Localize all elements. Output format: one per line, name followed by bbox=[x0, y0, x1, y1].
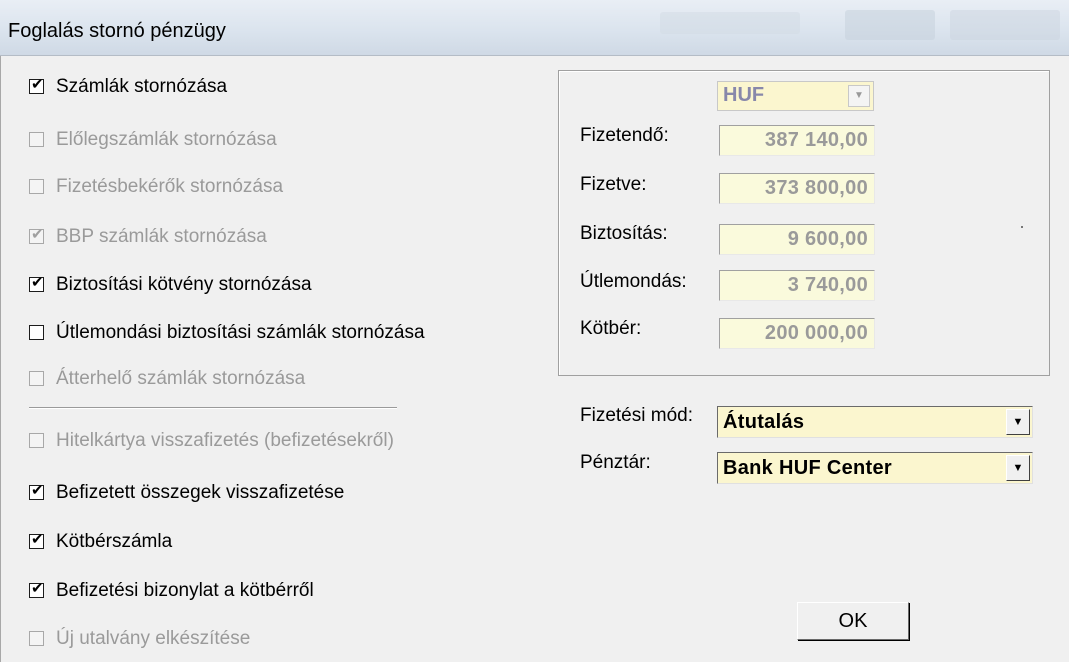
check-mark-icon: ✔ bbox=[31, 482, 44, 499]
checkbox-box[interactable]: ✔ bbox=[29, 226, 44, 244]
checkbox-label: Kötbérszámla bbox=[56, 531, 173, 552]
checkbox-label: Átterhelő számlák stornózása bbox=[56, 368, 306, 389]
ok-button[interactable]: OK bbox=[797, 602, 909, 640]
checkbox-box[interactable]: ✔ bbox=[29, 531, 44, 549]
amount-field-utlemondas: 3 740,00 bbox=[719, 270, 875, 301]
checkbox-label: Útlemondási biztosítási számlák stornózá… bbox=[56, 322, 425, 343]
dialog-body: ✔ Számlák stornózása Előlegszámlák storn… bbox=[0, 56, 1069, 662]
checkbox-box[interactable] bbox=[29, 371, 44, 386]
cashdesk-value: Bank HUF Center bbox=[723, 457, 892, 479]
checkbox-label: Befizetési bizonylat a kötbérről bbox=[56, 580, 314, 601]
chevron-down-icon[interactable]: ▼ bbox=[1006, 455, 1030, 481]
checkbox-box[interactable] bbox=[29, 132, 44, 147]
currency-select[interactable]: HUF ▼ bbox=[717, 81, 874, 111]
checkbox-box[interactable] bbox=[29, 325, 44, 340]
chevron-down-icon[interactable]: ▼ bbox=[848, 85, 870, 107]
amount-field-biztositas: 9 600,00 bbox=[719, 224, 875, 255]
checkbox-box[interactable] bbox=[29, 179, 44, 194]
amount-label-kotber: Kötbér: bbox=[580, 318, 642, 339]
checkbox-label: Befizetett összegek visszafizetése bbox=[56, 482, 345, 503]
checkbox-label: Hitelkártya visszafizetés (befizetésekrő… bbox=[56, 430, 394, 451]
checkbox-label: Számlák stornózása bbox=[56, 76, 228, 97]
amount-field-kotber: 200 000,00 bbox=[719, 318, 875, 349]
payment-mode-select[interactable]: Átutalás ▼ bbox=[717, 406, 1033, 438]
stray-dot bbox=[1021, 226, 1023, 228]
cashdesk-label: Pénztár: bbox=[580, 452, 651, 473]
separator-line bbox=[29, 407, 397, 409]
window-title: Foglalás stornó pénzügy bbox=[8, 20, 226, 42]
amount-field-fizetendo: 387 140,00 bbox=[719, 125, 875, 156]
checkbox-label: BBP számlák stornózása bbox=[56, 226, 267, 247]
check-mark-icon: ✔ bbox=[31, 580, 44, 597]
checkbox-box[interactable]: ✔ bbox=[29, 76, 44, 94]
check-mark-icon: ✔ bbox=[31, 226, 44, 243]
checkbox-box[interactable]: ✔ bbox=[29, 580, 44, 598]
background-blur bbox=[660, 12, 800, 34]
background-blur bbox=[950, 10, 1060, 40]
title-bar: Foglalás stornó pénzügy bbox=[0, 0, 1069, 56]
currency-value: HUF bbox=[723, 84, 765, 106]
checkbox-label: Előlegszámlák stornózása bbox=[56, 129, 277, 150]
checkbox-label: Fizetésbekérők stornózása bbox=[56, 176, 284, 197]
checkbox-label: Biztosítási kötvény stornózása bbox=[56, 274, 312, 295]
amount-label-biztositas: Biztosítás: bbox=[580, 223, 668, 244]
chevron-down-icon[interactable]: ▼ bbox=[1006, 409, 1030, 435]
amount-label-utlemondas: Útlemondás: bbox=[580, 271, 687, 292]
amount-label-fizetve: Fizetve: bbox=[580, 174, 647, 195]
amount-field-fizetve: 373 800,00 bbox=[719, 173, 875, 204]
checkbox-box[interactable]: ✔ bbox=[29, 274, 44, 292]
checkbox-label: Új utalvány elkészítése bbox=[56, 628, 251, 649]
check-mark-icon: ✔ bbox=[31, 531, 44, 548]
payment-mode-value: Átutalás bbox=[723, 411, 805, 433]
checkbox-box[interactable] bbox=[29, 631, 44, 646]
checkbox-box[interactable]: ✔ bbox=[29, 482, 44, 500]
payment-mode-label: Fizetési mód: bbox=[580, 405, 693, 426]
cashdesk-select[interactable]: Bank HUF Center ▼ bbox=[717, 452, 1033, 484]
amount-label-fizetendo: Fizetendő: bbox=[580, 125, 669, 146]
check-mark-icon: ✔ bbox=[31, 76, 44, 93]
checkbox-box[interactable] bbox=[29, 433, 44, 448]
background-blur bbox=[845, 10, 935, 40]
check-mark-icon: ✔ bbox=[31, 274, 44, 291]
